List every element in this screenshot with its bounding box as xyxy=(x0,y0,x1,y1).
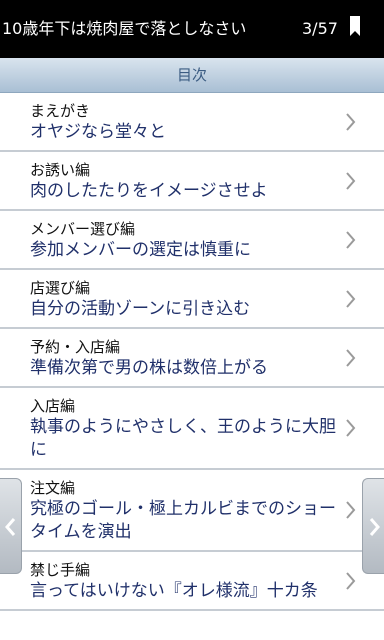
toc-item-nyuten[interactable]: 入店編 執事のようにやさしく、王のように大胆に xyxy=(0,388,384,470)
toc-item-yoyaku[interactable]: 予約・入店編 準備次第で男の株は数倍上がる xyxy=(0,329,384,388)
toc-item-chapter: メンバー選び編 xyxy=(30,220,136,238)
toc-item-chapter: 禁じ手編 xyxy=(30,561,91,579)
toc-item-member[interactable]: メンバー選び編 参加メンバーの選定は慎重に xyxy=(0,211,384,270)
toc-item-title: オヤジなら堂々と xyxy=(30,122,166,142)
toc-item-chapter: 入店編 xyxy=(30,397,76,415)
toc-item-chapter: お誘い編 xyxy=(30,161,91,179)
toc-item-chapter: 店選び編 xyxy=(30,279,91,297)
toc-item-chapter: まえがき xyxy=(30,102,91,120)
toc-heading: 目次 xyxy=(176,66,207,84)
toc-item-title: 究極のゴール・極上カルビまでのショータイムを演出 xyxy=(30,499,336,542)
toc-item-kinjite[interactable]: 禁じ手編 言ってはいけない『オレ様流』十カ条 xyxy=(0,552,384,611)
toc-item-title: 執事のようにやさしく、王のように大胆に xyxy=(30,417,336,460)
next-page-button[interactable] xyxy=(362,478,384,574)
toc-item-title: 肉のしたたりをイメージさせよ xyxy=(30,181,268,201)
toc-item-chumon[interactable]: 注文編 究極のゴール・極上カルビまでのショータイムを演出 xyxy=(0,470,384,552)
toc-item-title: 言ってはいけない『オレ様流』十カ条 xyxy=(30,581,318,601)
chevron-left-icon xyxy=(5,518,16,536)
prev-page-button[interactable] xyxy=(0,478,22,574)
book-title: 10歳年下は焼肉屋で落としなさい xyxy=(2,19,247,38)
chevron-right-icon xyxy=(369,518,380,536)
chevron-right-icon xyxy=(346,112,356,131)
chevron-right-icon xyxy=(346,171,356,190)
chevron-right-icon xyxy=(346,348,356,367)
toc-header: 目次 xyxy=(0,58,384,93)
bookmark-icon[interactable] xyxy=(348,16,362,38)
toc-item-mise[interactable]: 店選び編 自分の活動ゾーンに引き込む xyxy=(0,270,384,329)
page-indicator: 3/57 xyxy=(302,19,338,38)
chevron-right-icon xyxy=(346,230,356,249)
chevron-right-icon xyxy=(346,419,356,437)
chevron-right-icon xyxy=(346,501,356,519)
toc-item-chapter: 注文編 xyxy=(30,479,76,497)
toc-item-title: 準備次第で男の株は数倍上がる xyxy=(30,358,268,378)
toc-item-title: 自分の活動ゾーンに引き込む xyxy=(30,299,251,319)
chevron-right-icon xyxy=(346,289,356,308)
toc-list: まえがき オヤジなら堂々と お誘い編 肉のしたたりをイメージさせよ メンバー選び… xyxy=(0,93,384,611)
toc-item-chapter: 予約・入店編 xyxy=(30,338,121,356)
app-header: 10歳年下は焼肉屋で落としなさい 3/57 xyxy=(0,0,384,58)
toc-item-osasoi[interactable]: お誘い編 肉のしたたりをイメージさせよ xyxy=(0,152,384,211)
toc-item-title: 参加メンバーの選定は慎重に xyxy=(30,240,251,260)
toc-item-maegaki[interactable]: まえがき オヤジなら堂々と xyxy=(0,93,384,152)
chevron-right-icon xyxy=(346,571,356,590)
